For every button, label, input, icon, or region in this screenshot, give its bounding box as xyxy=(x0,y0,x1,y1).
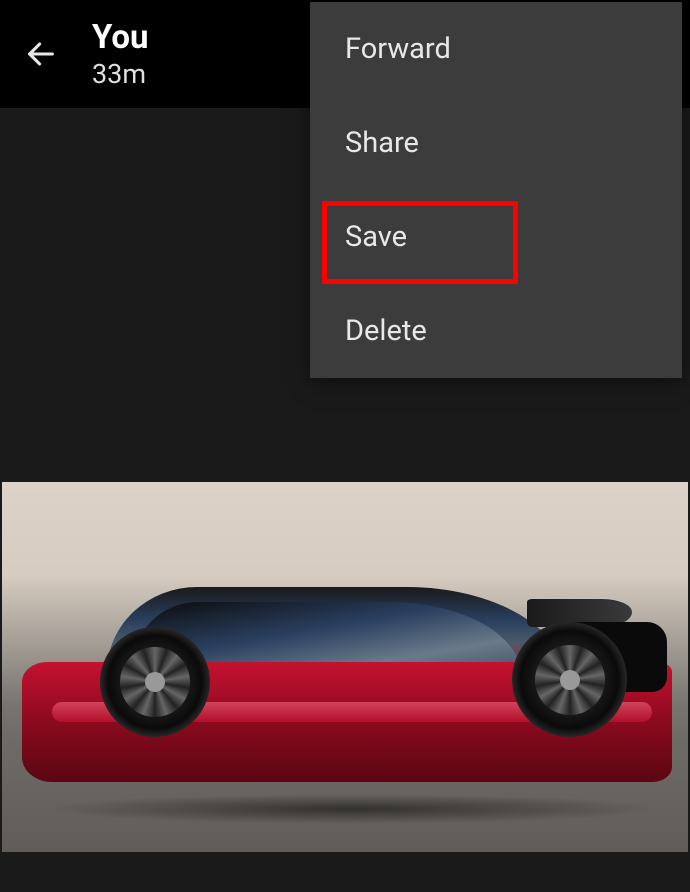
car-shadow xyxy=(42,794,662,824)
context-menu: Forward Share Save Delete xyxy=(310,2,682,378)
media-image[interactable] xyxy=(2,482,688,852)
sender-name: You xyxy=(92,18,149,58)
menu-item-delete[interactable]: Delete xyxy=(310,284,682,378)
menu-item-share[interactable]: Share xyxy=(310,96,682,190)
menu-item-save[interactable]: Save xyxy=(310,190,682,284)
back-arrow-icon[interactable] xyxy=(20,33,62,75)
timestamp: 33m xyxy=(92,58,149,90)
menu-item-forward[interactable]: Forward xyxy=(310,2,682,96)
header-text-block: You 33m xyxy=(92,18,149,90)
car-illustration xyxy=(22,572,672,782)
